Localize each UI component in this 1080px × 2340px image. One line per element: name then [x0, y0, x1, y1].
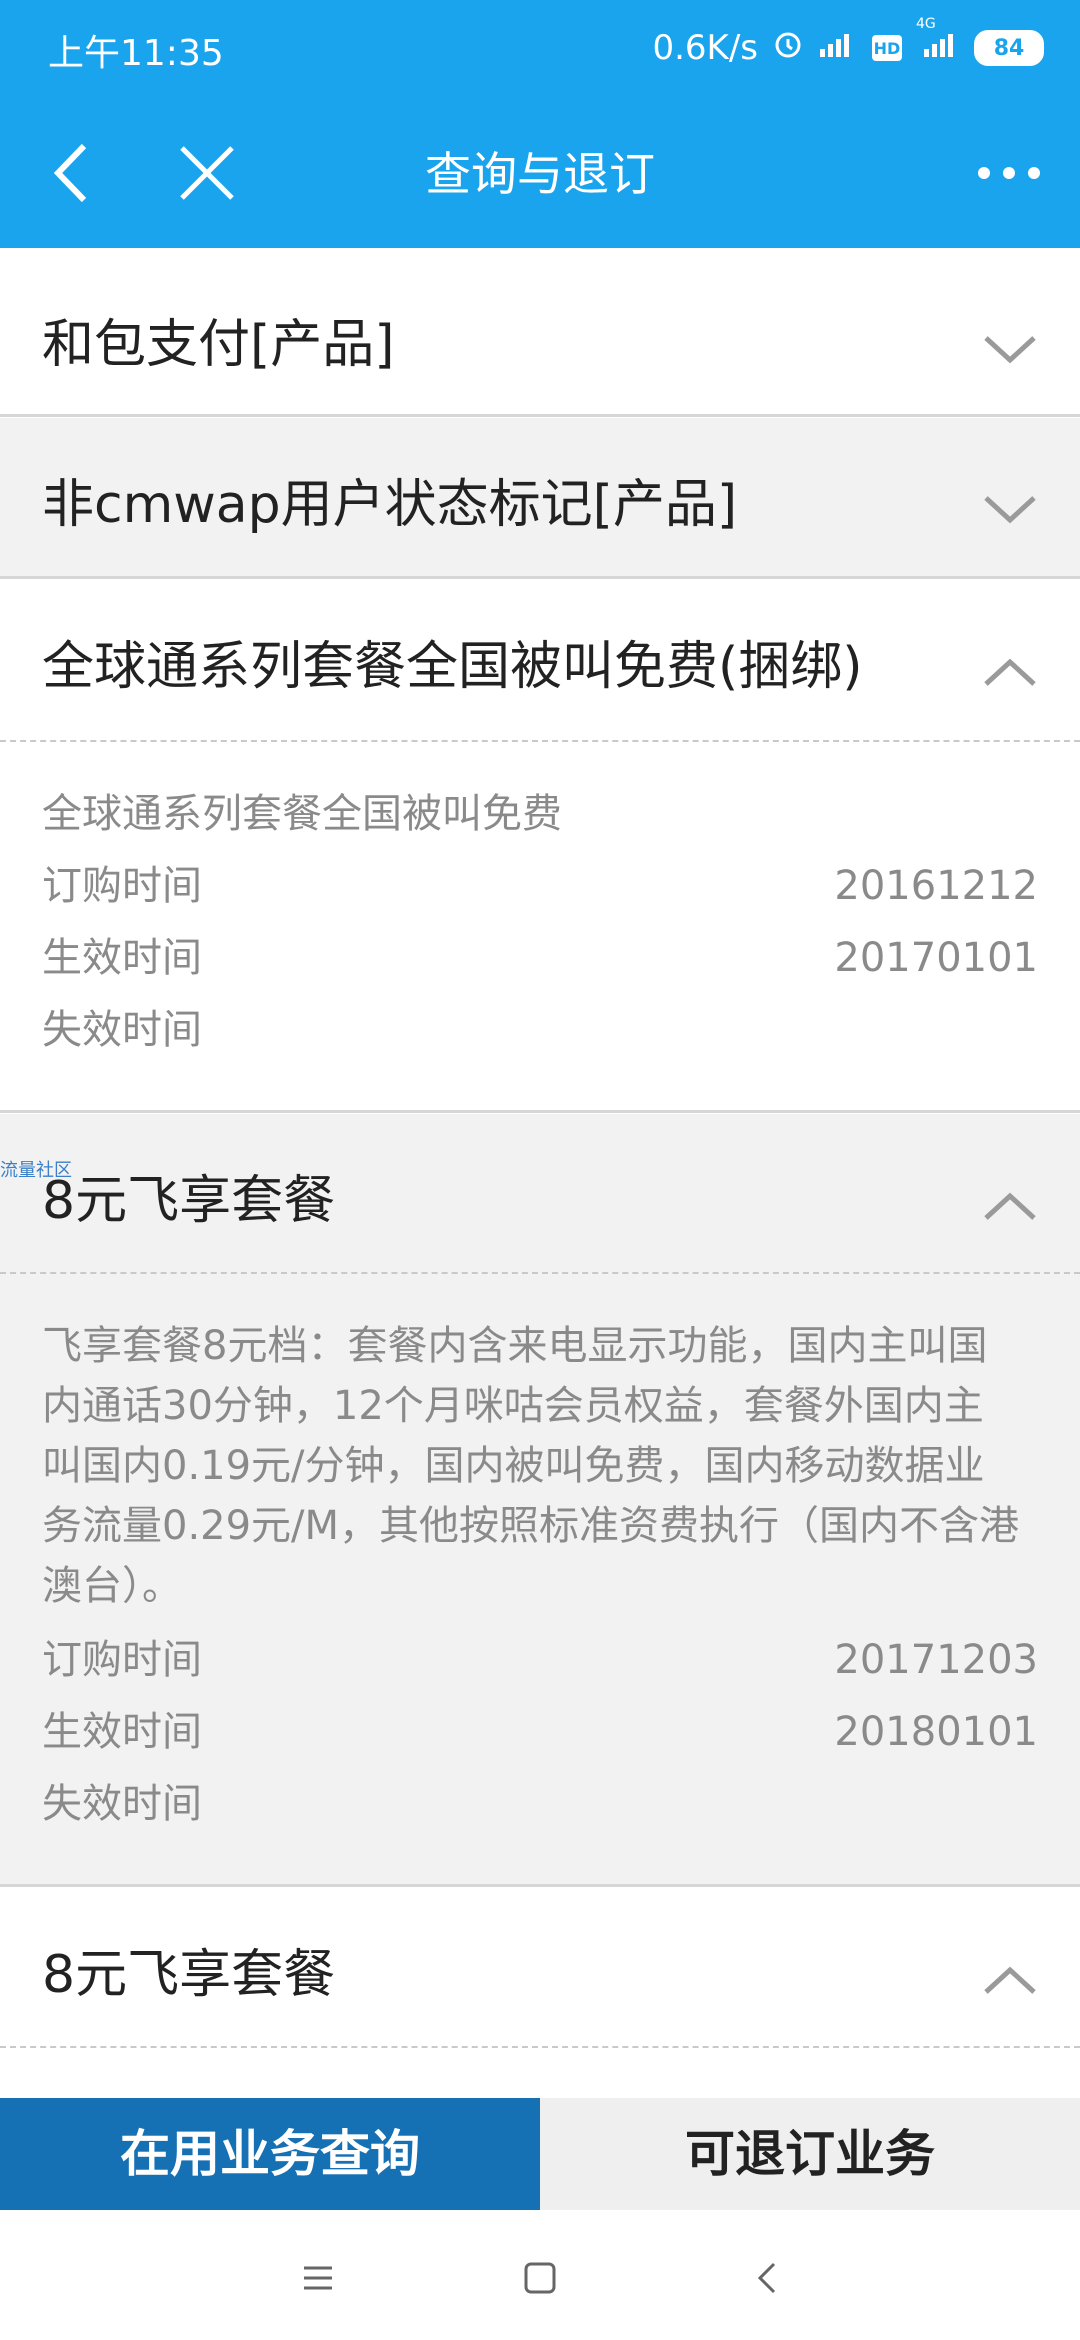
description-line: 叫国内0.19元/分钟，国内被叫免费，国内移动数据业: [42, 1443, 985, 1489]
watermark-text: 流量社区: [0, 1160, 72, 1181]
chevron-up-icon: [982, 1960, 1038, 2000]
effective-value: 20170101: [834, 935, 1038, 981]
description-line: 务流量0.29元/M，其他按照标准资费执行（国内不含港: [42, 1503, 1020, 1549]
chevron-up-icon: [982, 652, 1038, 692]
menu-icon[interactable]: [298, 2258, 338, 2298]
divider: [0, 1884, 1080, 1887]
subscribe-label: 订购时间: [42, 863, 202, 909]
section-detail-feixiang: 飞享套餐8元档：套餐内含来电显示功能，国内主叫国 内通话30分钟，12个月咪咕会…: [0, 1274, 1080, 1884]
bottom-tabs: 在用业务查询 可退订业务: [0, 2098, 1080, 2210]
detail-description: 全球通系列套餐全国被叫免费: [42, 791, 562, 837]
home-square-icon[interactable]: [520, 2258, 560, 2298]
effective-label: 生效时间: [42, 935, 202, 981]
section-title: 8元飞享套餐: [42, 1945, 336, 2005]
divider: [0, 1110, 1080, 1113]
detail-description: 飞享套餐8元档：套餐内含来电显示功能，国内主叫国 内通话30分钟，12个月咪咕会…: [42, 1316, 1019, 1616]
section-header-feixiang-2[interactable]: 8元飞享套餐: [0, 1888, 1080, 2048]
network-type: 4G: [916, 16, 936, 32]
section-header-hebao[interactable]: 和包支付[产品]: [0, 258, 1080, 418]
effective-label: 生效时间: [42, 1709, 202, 1755]
description-line: 内通话30分钟，12个月咪咕会员权益，套餐外国内主: [42, 1383, 984, 1429]
divider: [0, 576, 1080, 579]
hd-badge: HD: [872, 35, 902, 61]
alarm-icon: [772, 28, 804, 69]
chevron-down-icon: [982, 490, 1038, 530]
subscribe-value: 20171203: [834, 1637, 1038, 1683]
section-title: 全球通系列套餐全国被叫免费(捆绑): [42, 637, 863, 697]
section-title: 非cmwap用户状态标记[产品]: [42, 475, 738, 535]
subscribe-value: 20161212: [834, 863, 1038, 909]
tab-unsubscribable[interactable]: 可退订业务: [540, 2098, 1080, 2210]
subscribe-row: 订购时间 20161212: [42, 856, 1038, 916]
status-time: 上午11:35: [48, 33, 224, 74]
expire-label: 失效时间: [42, 1781, 202, 1827]
description-line: 澳台）。: [42, 1563, 182, 1609]
status-bar: 上午11:35 0.6K/s HD 4G 84: [0, 0, 1080, 96]
net-speed: 0.6K/s: [652, 28, 758, 68]
subscribe-label: 订购时间: [42, 1637, 202, 1683]
tab-in-use-query[interactable]: 在用业务查询: [0, 2098, 540, 2210]
effective-value: 20180101: [834, 1709, 1038, 1755]
status-icons: 0.6K/s HD 4G 84: [652, 16, 1044, 72]
system-nav-bar: [0, 2210, 1080, 2340]
subscribe-row: 订购时间 20171203: [42, 1630, 1038, 1690]
section-header-global[interactable]: 全球通系列套餐全国被叫免费(捆绑): [0, 580, 1080, 740]
app-bar: 查询与退订: [0, 96, 1080, 248]
section-header-feixiang[interactable]: 8元飞享套餐: [0, 1114, 1080, 1274]
signal-4g-icon: 4G: [916, 16, 960, 68]
chevron-down-icon: [982, 330, 1038, 370]
battery-icon: 84: [974, 30, 1044, 66]
effective-row: 生效时间 20180101: [42, 1702, 1038, 1762]
section-header-cmwap[interactable]: 非cmwap用户状态标记[产品]: [0, 418, 1080, 578]
section-title: 8元飞享套餐: [42, 1171, 336, 1231]
description-line: 飞享套餐8元档：套餐内含来电显示功能，国内主叫国: [42, 1323, 988, 1369]
section-title: 和包支付[产品]: [42, 315, 395, 375]
section-detail-global: 全球通系列套餐全国被叫免费 订购时间 20161212 生效时间 2017010…: [0, 742, 1080, 1110]
nav-back-icon[interactable]: [748, 2258, 788, 2298]
expire-row: 失效时间: [42, 1774, 1038, 1834]
expire-label: 失效时间: [42, 1007, 202, 1053]
effective-row: 生效时间 20170101: [42, 928, 1038, 988]
page-title: 查询与退订: [425, 147, 655, 201]
chevron-up-icon: [982, 1186, 1038, 1226]
expire-row: 失效时间: [42, 1000, 1038, 1060]
dashed-divider: [0, 2046, 1080, 2048]
divider: [0, 414, 1080, 417]
more-dots-icon[interactable]: [974, 138, 1044, 208]
signal-icon: [818, 28, 858, 68]
